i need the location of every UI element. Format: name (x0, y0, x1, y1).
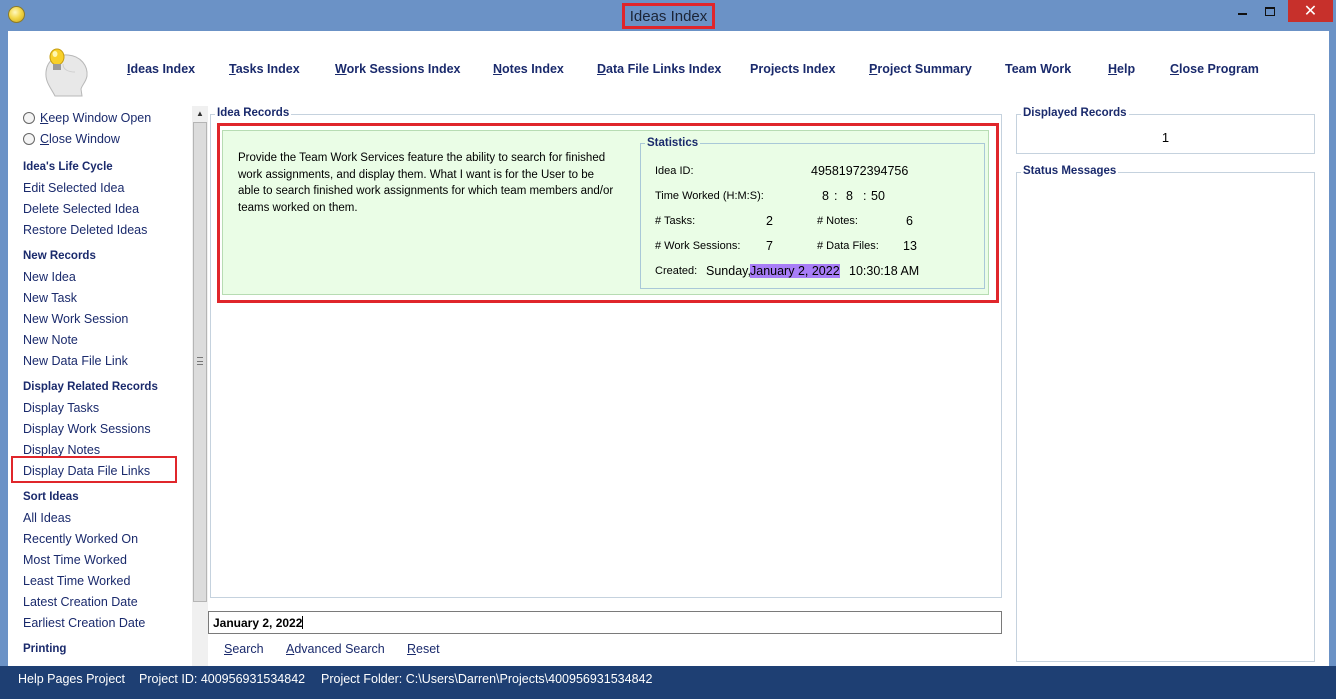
nav-tasks-index[interactable]: Tasks Index (229, 62, 300, 76)
work-sessions-count-value: 7 (766, 239, 773, 253)
radio-icon (23, 112, 35, 124)
time-minutes: 8 (846, 189, 853, 203)
minimize-icon (1237, 13, 1247, 15)
nav-notes-index[interactable]: Notes Index (493, 62, 564, 76)
nav-close-program[interactable]: Close Program (1170, 62, 1259, 76)
nav-ideas-index[interactable]: Ideas Index (127, 62, 195, 76)
status-messages-title: Status Messages (1021, 165, 1119, 177)
window-title: Ideas Index (622, 3, 715, 29)
displayed-records-count: 1 (1161, 130, 1170, 145)
scroll-thumb[interactable] (193, 122, 207, 602)
status-project-folder: Project Folder: C:\Users\Darren\Projects… (321, 672, 653, 686)
new-work-session-link[interactable]: New Work Session (23, 312, 128, 326)
sort-latest-creation-date-link[interactable]: Latest Creation Date (23, 595, 138, 609)
sort-least-time-worked-link[interactable]: Least Time Worked (23, 574, 130, 588)
new-idea-link[interactable]: New Idea (23, 270, 76, 284)
statistics-title: Statistics (645, 137, 701, 149)
close-window-button[interactable]: ✕ (1288, 0, 1333, 22)
close-window-radio[interactable]: Close Window (23, 132, 120, 146)
new-note-link[interactable]: New Note (23, 333, 78, 347)
sort-all-ideas-link[interactable]: All Ideas (23, 511, 71, 525)
nav-team-work[interactable]: Team Work (1005, 62, 1071, 76)
minimize-button[interactable] (1228, 0, 1256, 22)
close-icon: ✕ (1303, 3, 1318, 20)
idea-description: Provide the Team Work Services feature t… (238, 152, 614, 214)
time-seconds: 50 (871, 189, 885, 203)
new-task-link[interactable]: New Task (23, 291, 77, 305)
display-data-file-links-link[interactable]: Display Data File Links (23, 464, 150, 478)
printing-heading: Printing (23, 643, 67, 655)
display-tasks-link[interactable]: Display Tasks (23, 401, 99, 415)
text-caret (302, 616, 304, 629)
nav-projects-index[interactable]: Projects Index (750, 62, 835, 76)
keep-window-open-radio[interactable]: Keep Window Open (23, 111, 151, 125)
created-label: Created: (655, 265, 698, 277)
sort-earliest-creation-date-link[interactable]: Earliest Creation Date (23, 616, 145, 630)
notes-count-label: # Notes: (817, 215, 858, 227)
restore-deleted-ideas-link[interactable]: Restore Deleted Ideas (23, 223, 147, 237)
maximize-icon (1265, 6, 1275, 16)
grip-icon (197, 357, 203, 365)
sort-ideas-heading: Sort Ideas (23, 491, 79, 503)
idea-id-label: Idea ID: (655, 165, 694, 177)
related-records-heading: Display Related Records (23, 381, 158, 393)
reset-button[interactable]: Reset (407, 642, 440, 656)
status-project-id: Project ID: 400956931534842 (139, 672, 306, 686)
nav-data-file-links-index[interactable]: Data File Links Index (597, 62, 721, 76)
data-files-count-label: # Data Files: (817, 240, 879, 252)
time-worked-label: Time Worked (H:M:S): (655, 190, 764, 202)
created-date: January 2, 2022 (750, 264, 840, 278)
edit-selected-idea-link[interactable]: Edit Selected Idea (23, 181, 124, 195)
idea-id-value: 49581972394756 (811, 164, 909, 178)
title-bar: Ideas Index ✕ (0, 0, 1336, 31)
time-sep: : (834, 189, 838, 203)
thinking-head-lightbulb-icon (45, 48, 88, 97)
sort-recently-worked-on-link[interactable]: Recently Worked On (23, 532, 138, 546)
time-hours: 8 (822, 189, 829, 203)
displayed-records-title: Displayed Records (1021, 107, 1129, 119)
data-files-count-value: 13 (903, 239, 917, 253)
nav-help[interactable]: Help (1108, 62, 1135, 76)
advanced-search-button[interactable]: Advanced Search (286, 642, 385, 656)
search-input[interactable]: January 2, 2022 (208, 611, 1002, 634)
maximize-button[interactable] (1256, 0, 1284, 22)
created-time: 10:30:18 AM (849, 264, 920, 278)
work-sessions-count-label: # Work Sessions: (655, 240, 741, 252)
sort-most-time-worked-link[interactable]: Most Time Worked (23, 553, 127, 567)
new-data-file-link-link[interactable]: New Data File Link (23, 354, 128, 368)
life-cycle-heading: Idea's Life Cycle (23, 161, 113, 173)
time-sep: : (863, 189, 867, 203)
app-lightbulb-icon[interactable] (8, 6, 25, 23)
status-bar: Help Pages Project Project ID: 400956931… (0, 666, 1336, 699)
radio-icon (23, 133, 35, 145)
idea-records-title: Idea Records (215, 107, 292, 119)
display-work-sessions-link[interactable]: Display Work Sessions (23, 422, 151, 436)
delete-selected-idea-link[interactable]: Delete Selected Idea (23, 202, 139, 216)
status-project-name: Help Pages Project (18, 672, 126, 686)
tasks-count-value: 2 (766, 214, 773, 228)
new-records-heading: New Records (23, 250, 96, 262)
scroll-up-arrow-icon[interactable]: ▲ (192, 106, 208, 120)
nav-work-sessions-index[interactable]: Work Sessions Index (335, 62, 461, 76)
created-day: Sunday, (706, 264, 751, 278)
sidebar: Keep Window Open Close Window Idea's Lif… (8, 105, 190, 666)
search-button[interactable]: Search (224, 642, 264, 656)
sidebar-scrollbar[interactable]: ▲ (192, 106, 208, 666)
status-messages-group: Status Messages (1016, 165, 1315, 662)
nav-project-summary[interactable]: Project Summary (869, 62, 972, 76)
notes-count-value: 6 (906, 214, 913, 228)
display-notes-link[interactable]: Display Notes (23, 443, 100, 457)
tasks-count-label: # Tasks: (655, 215, 696, 227)
client-area: Ideas Index Tasks Index Work Sessions In… (8, 31, 1329, 666)
